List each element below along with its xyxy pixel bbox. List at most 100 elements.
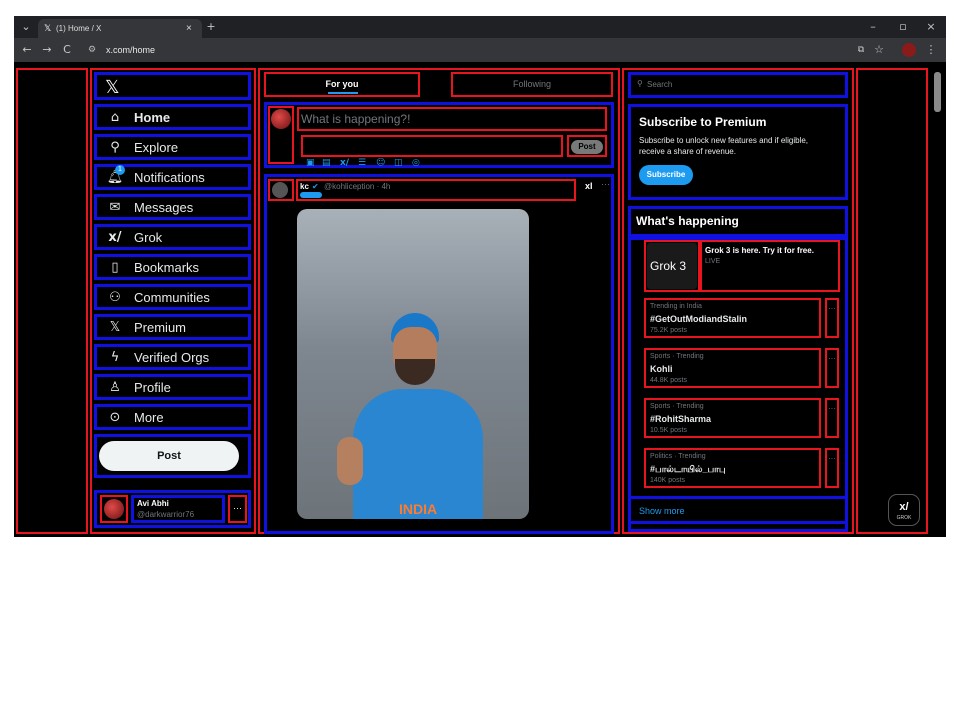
trend-posts: 75.2K posts xyxy=(650,327,687,334)
reload-icon[interactable]: C xyxy=(60,39,74,61)
premium-title: Subscribe to Premium xyxy=(639,115,767,129)
address-toolbar: ← → C ⚙ x.com/home ⧉ ☆ ⋮ xyxy=(14,38,946,62)
tab-label: Following xyxy=(512,79,552,89)
sidebar-item-messages[interactable]: ✉ Messages xyxy=(94,194,251,220)
grok-float-label: GROK xyxy=(896,515,912,521)
forward-icon[interactable]: → xyxy=(40,39,54,61)
emoji-icon[interactable]: ☺ xyxy=(376,158,385,168)
trend-posts: 10.5K posts xyxy=(650,427,687,434)
page-scrollbar[interactable] xyxy=(934,72,941,112)
jersey xyxy=(353,389,483,519)
grok-promo[interactable]: Grok 3 is here. Try it for free. LIVE xyxy=(700,240,840,292)
subscribe-button[interactable]: Subscribe xyxy=(639,165,693,185)
trend-title: #GetOutModiandStalin xyxy=(650,314,748,324)
tweet[interactable]: kc ✔ @kohliception · 4h xI ··· INDIA xyxy=(264,174,614,534)
tweet-more-icon[interactable]: ··· xyxy=(601,179,610,189)
grok-action-icon[interactable]: xI xyxy=(585,181,593,191)
sidebar-item-label: Verified Orgs xyxy=(134,350,210,365)
trend-more-icon[interactable]: ··· xyxy=(825,398,839,438)
trend-category: Politics · Trending xyxy=(650,453,706,460)
sidebar-item-home[interactable]: ⌂ Home xyxy=(94,104,251,130)
show-more-link[interactable]: Show more xyxy=(639,506,685,516)
grok-thumbnail[interactable]: Grok 3 xyxy=(647,243,697,289)
x-logo-box[interactable]: 𝕏 xyxy=(94,72,251,100)
compose-input[interactable]: What is happening?! xyxy=(297,107,607,131)
trend-title: Kohli xyxy=(650,364,673,374)
x-logo-icon[interactable]: 𝕏 xyxy=(105,77,120,98)
premium-card: Subscribe to Premium Subscribe to unlock… xyxy=(628,104,848,200)
maximize-button[interactable]: ▫ xyxy=(896,16,910,38)
sidebar-post-button[interactable]: Post xyxy=(99,441,239,471)
trend-more-icon[interactable]: ··· xyxy=(825,298,839,338)
trend-more-icon[interactable]: ··· xyxy=(825,348,839,388)
sidebar-item-grok[interactable]: x/ Grok xyxy=(94,224,251,250)
jersey-text: INDIA xyxy=(399,501,438,517)
x-favicon-icon: 𝕏 xyxy=(44,23,52,33)
bookmark-star-icon[interactable]: ☆ xyxy=(872,39,886,61)
sidebar-item-label: Bookmarks xyxy=(134,260,200,275)
sidebar-item-label: Premium xyxy=(134,320,187,335)
sidebar-item-label: Grok xyxy=(134,230,163,245)
close-window-button[interactable]: × xyxy=(924,16,938,38)
tab-search-icon[interactable]: ⌄ xyxy=(18,16,34,38)
tab-strip: ⌄ 𝕏 (1) Home / X × + – ▫ × xyxy=(14,16,946,38)
location-icon[interactable]: ◎ xyxy=(412,158,420,168)
grok-thumb-text: Grok 3 xyxy=(650,259,687,273)
grok-promo-sub: LIVE xyxy=(705,258,721,265)
cast-icon[interactable]: ⧉ xyxy=(854,39,868,61)
premium-body: Subscribe to unlock new features and if … xyxy=(639,136,808,156)
sidebar-item-label: Profile xyxy=(134,380,171,395)
browser-menu-icon[interactable]: ⋮ xyxy=(924,39,938,61)
sidebar-item-label: More xyxy=(134,410,164,425)
trend-item[interactable]: Trending in India #GetOutModiandStalin 7… xyxy=(644,298,821,338)
active-tab[interactable]: 𝕏 (1) Home / X × xyxy=(38,19,202,38)
whats-happening-title: What's happening xyxy=(636,214,739,228)
trend-more-icon[interactable]: ··· xyxy=(825,448,839,488)
back-icon[interactable]: ← xyxy=(20,39,34,61)
sidebar-item-bookmarks[interactable]: ▯ Bookmarks xyxy=(94,254,251,280)
sidebar-item-label: Home xyxy=(134,110,171,125)
tweet-avatar[interactable] xyxy=(272,182,288,198)
badge-icon xyxy=(300,192,322,198)
profile-avatar-icon[interactable] xyxy=(902,43,916,57)
minimize-button[interactable]: – xyxy=(866,16,880,38)
sidebar-item-notifications[interactable]: 🔔︎ 1 Notifications xyxy=(94,164,251,190)
avatar xyxy=(271,109,291,129)
search-input[interactable]: Search xyxy=(647,80,672,89)
sidebar-item-premium[interactable]: 𝕏 Premium xyxy=(94,314,251,340)
account-switcher[interactable]: Avi Abhi @darkwarrior76 ··· xyxy=(94,490,251,528)
trend-title: #பால்டாயில்_பாபு xyxy=(650,464,726,474)
account-more-button[interactable]: ··· xyxy=(228,495,247,523)
tweet-handle-time: @kohliception · 4h xyxy=(324,182,391,191)
raised-hand xyxy=(337,437,363,485)
grok-icon: x/ xyxy=(108,230,122,245)
poll-icon[interactable]: ☰ xyxy=(358,158,366,168)
tweet-media-image[interactable]: INDIA xyxy=(297,209,529,519)
trend-item[interactable]: Sports · Trending #RohitSharma 10.5K pos… xyxy=(644,398,821,438)
sidebar-item-verified-orgs[interactable]: ϟ Verified Orgs xyxy=(94,344,251,370)
sidebar-item-explore[interactable]: ⚲ Explore xyxy=(94,134,251,160)
sidebar-item-profile[interactable]: ♙ Profile xyxy=(94,374,251,400)
sidebar-item-communities[interactable]: ⚇ Communities xyxy=(94,284,251,310)
site-info-icon[interactable]: ⚙ xyxy=(88,42,96,58)
grok-float-icon: x/ xyxy=(899,501,909,513)
tweet-author[interactable]: kc xyxy=(300,182,309,191)
search-box[interactable]: ⚲ Search xyxy=(628,72,848,98)
compose-post-button[interactable]: Post xyxy=(571,140,603,154)
image-icon[interactable]: ▣ xyxy=(306,158,315,168)
tweet-avatar-box xyxy=(268,179,294,201)
schedule-icon[interactable]: ◫ xyxy=(394,158,403,168)
tab-for-you[interactable]: For you xyxy=(264,72,420,97)
omnibox[interactable]: ⚙ x.com/home xyxy=(84,42,844,58)
sidebar-item-more[interactable]: ⊙ More xyxy=(94,404,251,430)
grok-thumb-box: Grok 3 xyxy=(644,240,700,292)
tab-close-icon[interactable]: × xyxy=(186,19,192,38)
trend-item[interactable]: Sports · Trending Kohli 44.8K posts xyxy=(644,348,821,388)
tab-following[interactable]: Following xyxy=(451,72,613,97)
grok-float-button[interactable]: x/ GROK xyxy=(888,494,920,526)
trend-item[interactable]: Politics · Trending #பால்டாயில்_பாபு 140… xyxy=(644,448,821,488)
new-tab-button[interactable]: + xyxy=(204,16,218,38)
gif-icon[interactable]: ▤ xyxy=(322,158,331,168)
grok-compose-icon[interactable]: x/ xyxy=(340,158,349,168)
sidebar-item-label: Explore xyxy=(134,140,179,155)
